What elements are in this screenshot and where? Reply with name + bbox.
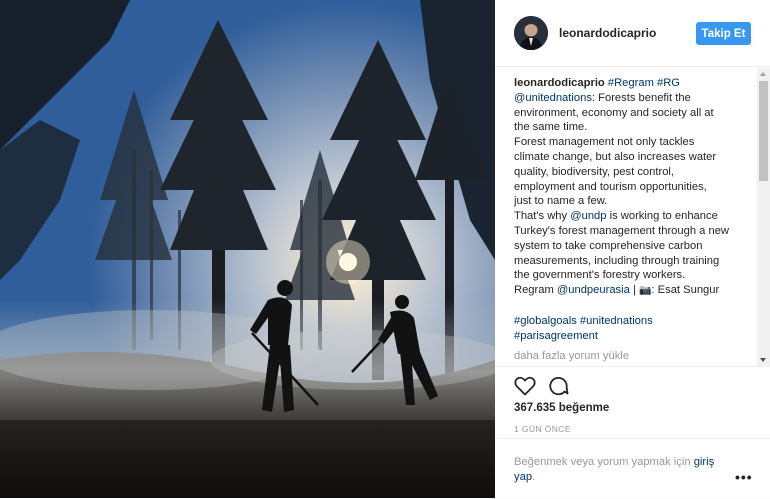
load-more-comments-link[interactable]: daha fazla yorum yükle — [514, 350, 629, 362]
login-prompt-suffix: . — [532, 471, 536, 483]
caption-text: is working to enhance — [606, 210, 718, 223]
login-prompt: Beğenmek veya yorum yapmak için giriş ya… — [514, 455, 729, 485]
scroll-down-arrow-icon[interactable] — [760, 358, 766, 362]
post-username[interactable]: leonardodicaprio — [559, 26, 656, 40]
caption-area: leonardodicaprio #Regram #RG @unitednati… — [514, 76, 746, 366]
post-actions — [495, 366, 770, 399]
post-footer: Beğenmek veya yorum yapmak için giriş ya… — [495, 438, 770, 499]
comment-icon[interactable] — [547, 376, 569, 396]
caption-text: Regram — [514, 284, 557, 297]
post-timestamp: 1 GÜN ÖNCE — [514, 424, 571, 434]
like-count[interactable]: 367.635 beğenme — [514, 402, 609, 414]
caption-text: environment, economy and society all at — [514, 106, 714, 119]
mention-undpeurasia[interactable]: @undpeurasia — [557, 284, 630, 296]
scroll-up-arrow-icon[interactable] — [760, 72, 766, 76]
follow-button[interactable]: Takip Et — [696, 22, 751, 45]
caption-text: measurements, including through training — [514, 254, 720, 267]
caption-text: system to take comprehensive carbon — [514, 239, 703, 252]
caption-text: employment and tourism opportunities, — [514, 180, 707, 193]
scroll-thumb[interactable] — [759, 81, 768, 181]
caption-text: just to name a few. — [514, 195, 608, 208]
avatar[interactable] — [514, 16, 548, 50]
caption-text: the government's forestry workers. — [514, 269, 686, 282]
caption-text: Turkey's forest management through a new — [514, 224, 730, 237]
caption-text: climate change, but also increases water — [514, 150, 717, 163]
post-photo[interactable] — [0, 0, 495, 498]
caption-text: | — [629, 284, 639, 297]
mention-undp[interactable]: @undp — [570, 210, 606, 222]
hashtags-line[interactable]: #parisagreement — [514, 329, 746, 344]
forest-firefighters-image — [0, 0, 495, 498]
post-side-panel: leonardodicaprio Takip Et leonardodicapr… — [495, 0, 770, 498]
mention-unitednations[interactable]: @unitednations — [514, 92, 592, 104]
hashtags-line[interactable]: #globalgoals #unitednations — [514, 314, 746, 329]
avatar-image — [514, 16, 548, 50]
caption-text: That's why — [514, 210, 571, 223]
heart-icon[interactable] — [514, 376, 536, 396]
caption-text: : Forests benefit the — [591, 91, 691, 104]
post-header: leonardodicaprio Takip Et — [495, 0, 770, 67]
camera-icon: 📷 — [638, 285, 652, 297]
login-prompt-text: Beğenmek veya yorum yapmak için — [514, 456, 694, 468]
caption-text: Forest management not only tackles — [514, 136, 695, 149]
photo-credit: : Esat Sungur — [651, 284, 720, 297]
more-options-icon[interactable]: ••• — [735, 469, 753, 485]
caption-text: quality, biodiversity, pest control, — [514, 165, 675, 178]
caption-text: the same time. — [514, 121, 588, 134]
caption-scrollbar[interactable] — [757, 68, 770, 366]
caption-hashtags[interactable]: #Regram #RG — [605, 77, 680, 89]
caption-username[interactable]: leonardodicaprio — [514, 77, 605, 89]
